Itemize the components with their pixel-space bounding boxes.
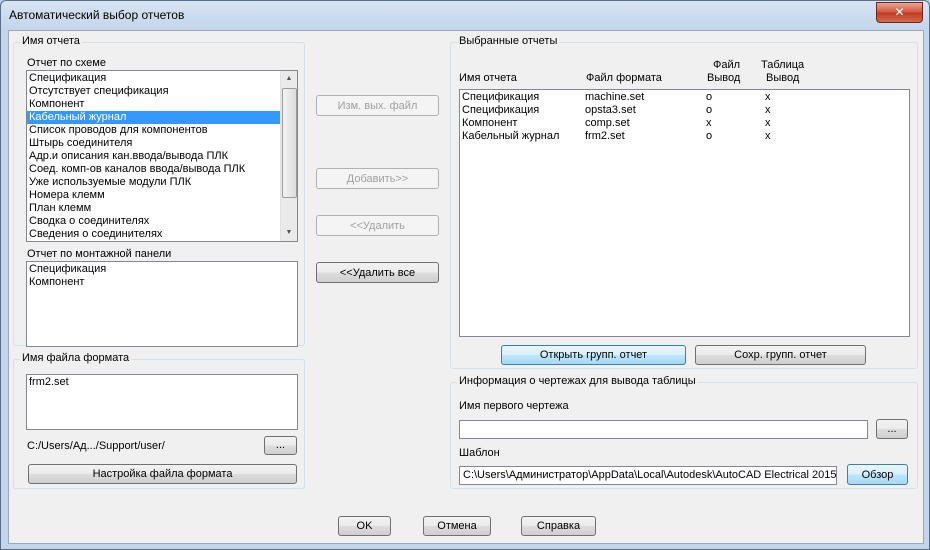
cell-table-output: x — [765, 91, 771, 103]
cell-report-name: Спецификация — [462, 91, 540, 103]
cell-table-output: x — [765, 104, 771, 116]
col-header-format-file: Файл формата — [586, 72, 662, 84]
selected-report-row[interactable]: Спецификация opsta3.set o x — [460, 104, 900, 117]
format-file-group: Имя файла формата frm2.set C:/Users/Ад..… — [13, 352, 305, 489]
first-drawing-browse-button[interactable]: ... — [876, 419, 908, 439]
selected-report-row[interactable]: Компонент comp.set x x — [460, 117, 900, 130]
browse-template-button[interactable]: Обзор — [847, 464, 908, 485]
cell-format-file: frm2.set — [585, 130, 625, 142]
schematic-list-item[interactable]: Адр.и описания кан.ввода/вывода ПЛК — [27, 150, 280, 163]
report-name-group: Имя отчета Отчет по схеме Спецификация От… — [13, 35, 305, 347]
schematic-report-label: Отчет по схеме — [27, 57, 106, 69]
report-name-group-label: Имя отчета — [20, 35, 82, 47]
cell-table-output: x — [765, 117, 771, 129]
col-header-report-name: Имя отчета — [459, 72, 517, 84]
window-title: Автоматический выбор отчетов — [9, 8, 185, 22]
remove-all-button[interactable]: <<Удалить все — [316, 262, 439, 283]
panel-report-label: Отчет по монтажной панели — [27, 248, 172, 260]
template-path-input[interactable]: C:\Users\Администратор\AppData\Local\Aut… — [459, 466, 837, 485]
cancel-button[interactable]: Отмена — [423, 516, 491, 536]
format-setup-button[interactable]: Настройка файла формата — [28, 464, 297, 484]
dialog-window: Автоматический выбор отчетов ✕ Имя отчет… — [0, 0, 930, 550]
cell-file-output: o — [706, 130, 713, 142]
selected-reports-list[interactable]: Спецификация machine.set o x Спецификация ops… — [459, 89, 910, 337]
schematic-list-item[interactable]: План клемм — [27, 202, 280, 215]
cell-format-file: opsta3.set — [585, 104, 636, 116]
cell-file-output: o — [706, 91, 713, 103]
drawing-info-group: Информация о чертежах для вывода таблицы… — [450, 375, 918, 489]
selected-report-row[interactable]: Спецификация machine.set o x — [460, 91, 900, 104]
dialog-client: Имя отчета Отчет по схеме Спецификация От… — [8, 30, 924, 544]
ok-button[interactable]: OK — [338, 516, 391, 536]
selected-report-row[interactable]: Кабельный журнал frm2.set o x — [460, 130, 900, 143]
format-path-text: C:/Users/Ад.../Support/user/ — [27, 440, 165, 452]
add-button[interactable]: Добавить>> — [316, 168, 439, 189]
schematic-list-item[interactable]: Штырь соединителя — [27, 137, 280, 150]
format-file-box[interactable]: frm2.set — [26, 374, 298, 430]
scroll-thumb[interactable] — [282, 88, 297, 198]
schematic-report-list[interactable]: Спецификация Отсутствует спецификация Комп… — [26, 70, 298, 242]
panel-report-list[interactable]: Спецификация Компонент — [26, 261, 298, 347]
cell-format-file: machine.set — [585, 91, 645, 103]
first-drawing-label: Имя первого чертежа — [459, 400, 569, 412]
col-header-table-output-top: Таблица — [761, 59, 805, 71]
title-bar[interactable]: Автоматический выбор отчетов ✕ — [1, 1, 929, 29]
remove-button[interactable]: <<Удалить — [316, 215, 439, 236]
schematic-list-scrollbar[interactable]: ▲ ▼ — [280, 71, 297, 241]
schematic-list-item[interactable]: Компонент — [27, 98, 280, 111]
schematic-list-item[interactable]: Уже используемые модули ПЛК — [27, 176, 280, 189]
cell-format-file: comp.set — [585, 117, 630, 129]
first-drawing-input[interactable] — [459, 420, 868, 439]
scroll-up-icon[interactable]: ▲ — [281, 71, 297, 87]
help-button[interactable]: Справка — [521, 516, 596, 536]
schematic-list-item[interactable]: Спецификация — [27, 72, 280, 85]
cell-table-output: x — [765, 130, 771, 142]
schematic-list-item[interactable]: Соед. комп-ов каналов ввода/вывода ПЛК — [27, 163, 280, 176]
template-label: Шаблон — [459, 447, 500, 459]
drawing-info-group-label: Информация о чертежах для вывода таблицы — [457, 375, 698, 387]
schematic-list-item[interactable]: Отсутствует спецификация — [27, 85, 280, 98]
cell-report-name: Компонент — [462, 117, 518, 129]
close-button[interactable]: ✕ — [876, 2, 923, 23]
cell-file-output: x — [706, 117, 712, 129]
open-group-report-button[interactable]: Открыть групп. отчет — [501, 345, 686, 365]
schematic-list-item[interactable]: Кабельный журнал — [27, 111, 280, 124]
format-file-value: frm2.set — [29, 376, 69, 388]
schematic-list-item[interactable]: Список проводов для компонентов — [27, 124, 280, 137]
change-output-file-button[interactable]: Изм. вых. файл — [316, 95, 439, 116]
save-group-report-button[interactable]: Сохр. групп. отчет — [695, 345, 866, 365]
panel-list-item[interactable]: Спецификация — [27, 263, 297, 276]
col-header-file-output-top: Файл — [713, 59, 741, 71]
format-file-group-label: Имя файла формата — [20, 352, 132, 364]
col-header-table-output-bottom: Вывод — [766, 72, 800, 84]
cell-file-output: o — [706, 104, 713, 116]
schematic-list-item[interactable]: Сводка о соединителях — [27, 215, 280, 228]
panel-list-item[interactable]: Компонент — [27, 276, 297, 289]
selected-reports-group-label: Выбранные отчеты — [457, 35, 560, 47]
scroll-down-icon[interactable]: ▼ — [281, 225, 297, 241]
schematic-list-item[interactable]: Сведения о соединителях — [27, 228, 280, 241]
schematic-list-item[interactable]: Номера клемм — [27, 189, 280, 202]
col-header-file-output-bottom: Вывод — [707, 72, 741, 84]
cell-report-name: Спецификация — [462, 104, 540, 116]
format-browse-button[interactable]: ... — [264, 436, 297, 455]
cell-report-name: Кабельный журнал — [462, 130, 560, 142]
selected-reports-group: Выбранные отчеты Имя отчета Файл формата… — [450, 35, 918, 369]
